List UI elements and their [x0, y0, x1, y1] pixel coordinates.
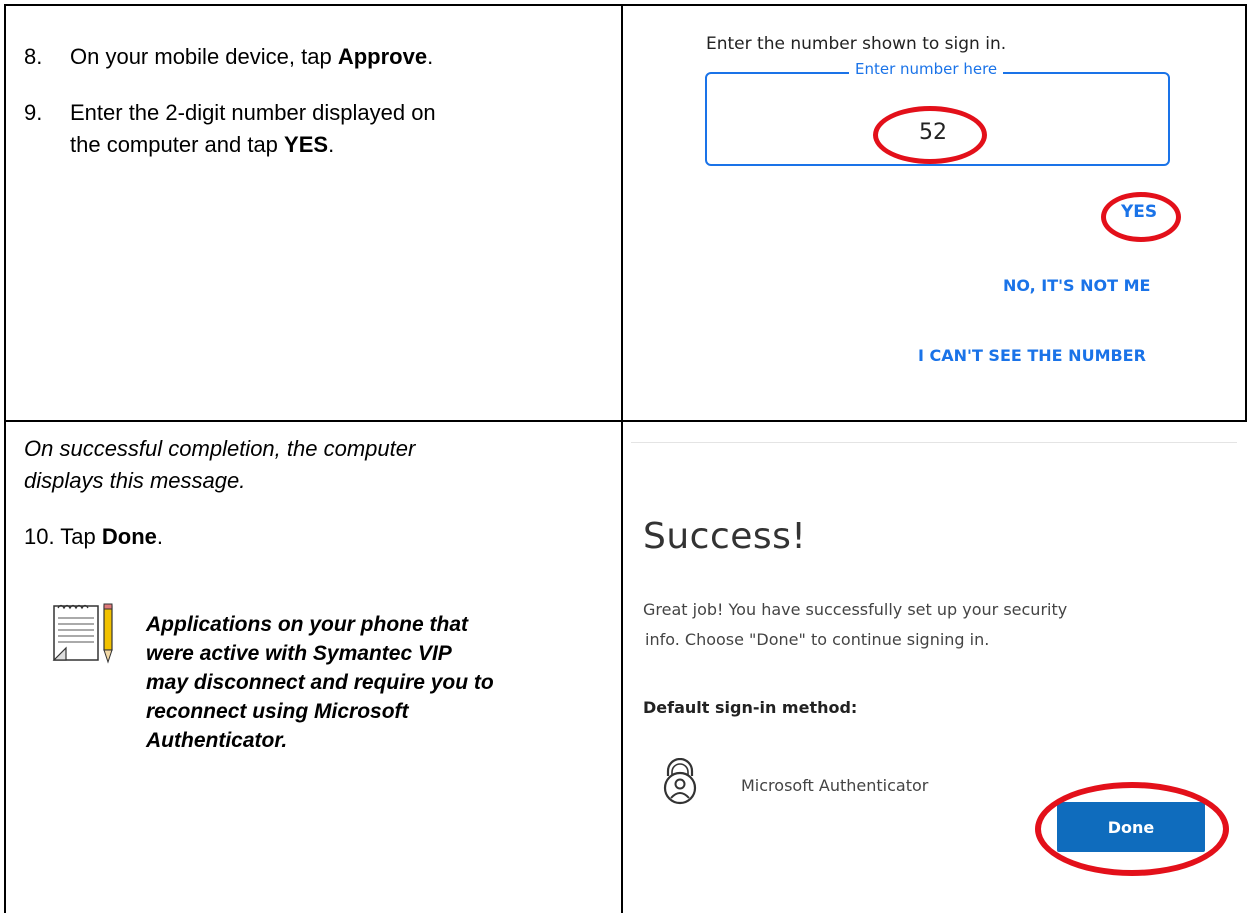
instructions-cell-top: 8. On your mobile device, tap Approve. 9…	[6, 6, 621, 420]
default-method-label: Default sign-in method:	[643, 698, 858, 717]
step-text: On your mobile device, tap Approve.	[70, 42, 433, 72]
step-text-bold: YES	[284, 132, 329, 157]
authenticator-lock-icon	[659, 757, 701, 806]
step-9: 9. Enter the 2-digit number displayed on…	[24, 98, 604, 160]
note-line-1: Applications on your phone that	[146, 613, 468, 636]
cant-see-number-button[interactable]: I CAN'T SEE THE NUMBER	[918, 346, 1146, 365]
step-text-plain: the computer and tap	[70, 132, 285, 157]
step-text-plain: .	[156, 524, 164, 549]
instructions-cell-bottom: On successful completion, the computer d…	[6, 422, 621, 913]
number-field-legend: Enter number here	[849, 60, 1004, 78]
success-heading: Success!	[643, 516, 807, 557]
note-line-5: Authenticator.	[146, 729, 288, 752]
step-text-plain: .	[427, 44, 434, 69]
success-body-line-1: Great job! You have successfully set up …	[643, 600, 1068, 619]
note-line-4: reconnect using Microsoft	[146, 700, 409, 723]
step-text-plain: On your mobile device, tap	[70, 44, 338, 69]
intro-line-2: displays this message.	[24, 468, 246, 493]
step-number: 9.	[24, 100, 43, 125]
step-8: 8. On your mobile device, tap Approve.	[24, 42, 604, 72]
step-text-plain: 10. Tap	[24, 524, 102, 549]
number-highlight-circle	[873, 106, 987, 164]
not-me-button[interactable]: NO, IT'S NOT ME	[1003, 276, 1150, 295]
note-line-3: may disconnect and require you to	[146, 671, 494, 694]
step-text-plain: .	[328, 132, 335, 157]
notepad-pencil-icon	[52, 602, 118, 666]
note-line-2: were active with Symantec VIP	[146, 642, 452, 665]
success-screenshot: Success! Great job! You have successfull…	[623, 422, 1245, 913]
yes-highlight-circle	[1101, 192, 1181, 242]
screenshot-top-edge	[631, 442, 1237, 443]
step-text-bold: Done	[101, 524, 157, 549]
step-text-line2: the computer and tap YES.	[70, 130, 334, 160]
step-text-line1: Enter the 2-digit number displayed on	[70, 100, 436, 125]
step-number: 8.	[24, 44, 43, 69]
done-highlight-circle	[1035, 782, 1229, 876]
prompt-text: Enter the number shown to sign in.	[706, 34, 1007, 54]
approval-screenshot: Enter the number shown to sign in. Enter…	[623, 6, 1245, 420]
authenticator-method-name: Microsoft Authenticator	[741, 776, 929, 795]
intro-line-1: On successful completion, the computer	[24, 436, 416, 461]
success-body-line-2: info. Choose "Done" to continue signing …	[645, 630, 990, 649]
step-text-bold: Approve	[337, 44, 428, 69]
table-border-right	[1245, 4, 1247, 422]
step-10: 10. Tap Done.	[24, 522, 163, 552]
